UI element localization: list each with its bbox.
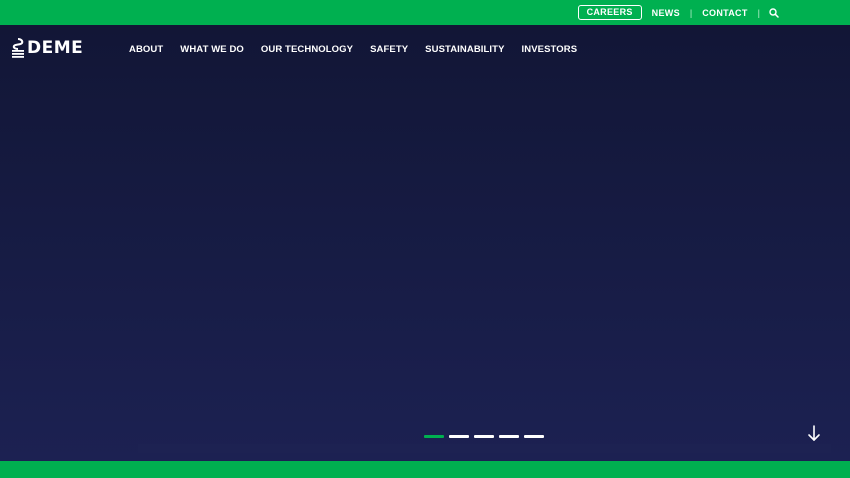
- logo-wordmark: DEME: [27, 38, 84, 58]
- logo-emblem-icon: [12, 38, 24, 58]
- slide-indicator-2[interactable]: [449, 435, 469, 438]
- nav-item-sustainability[interactable]: SUSTAINABILITY: [425, 44, 504, 55]
- slide-indicator-5[interactable]: [524, 435, 544, 438]
- nav-item-our-technology[interactable]: OUR TECHNOLOGY: [261, 44, 353, 55]
- careers-button[interactable]: CAREERS: [577, 5, 642, 20]
- utility-links: CAREERS NEWS | CONTACT |: [577, 0, 780, 25]
- nav-item-what-we-do[interactable]: WHAT WE DO: [180, 44, 244, 55]
- search-icon[interactable]: [768, 7, 780, 19]
- main-nav: ABOUT WHAT WE DO OUR TECHNOLOGY SAFETY S…: [129, 44, 594, 55]
- nav-item-safety[interactable]: SAFETY: [370, 44, 408, 55]
- arrow-down-icon[interactable]: [806, 424, 822, 442]
- slider-track: [138, 444, 831, 453]
- separator: |: [757, 7, 760, 18]
- news-link[interactable]: NEWS: [652, 8, 680, 18]
- top-utility-bar: CAREERS NEWS | CONTACT |: [0, 0, 850, 25]
- nav-item-investors[interactable]: INVESTORS: [522, 44, 578, 55]
- bottom-accent-bar: [0, 461, 850, 478]
- slide-indicator-4[interactable]: [499, 435, 519, 438]
- hero-banner: [0, 25, 850, 461]
- main-header: DEME ABOUT WHAT WE DO OUR TECHNOLOGY SAF…: [0, 25, 850, 75]
- slide-indicator-1[interactable]: [424, 435, 444, 438]
- slide-indicator-3[interactable]: [474, 435, 494, 438]
- nav-item-about[interactable]: ABOUT: [129, 44, 163, 55]
- contact-link[interactable]: CONTACT: [702, 8, 747, 18]
- deme-logo[interactable]: DEME: [11, 38, 83, 58]
- separator: |: [689, 7, 693, 18]
- slide-indicators: [424, 435, 549, 438]
